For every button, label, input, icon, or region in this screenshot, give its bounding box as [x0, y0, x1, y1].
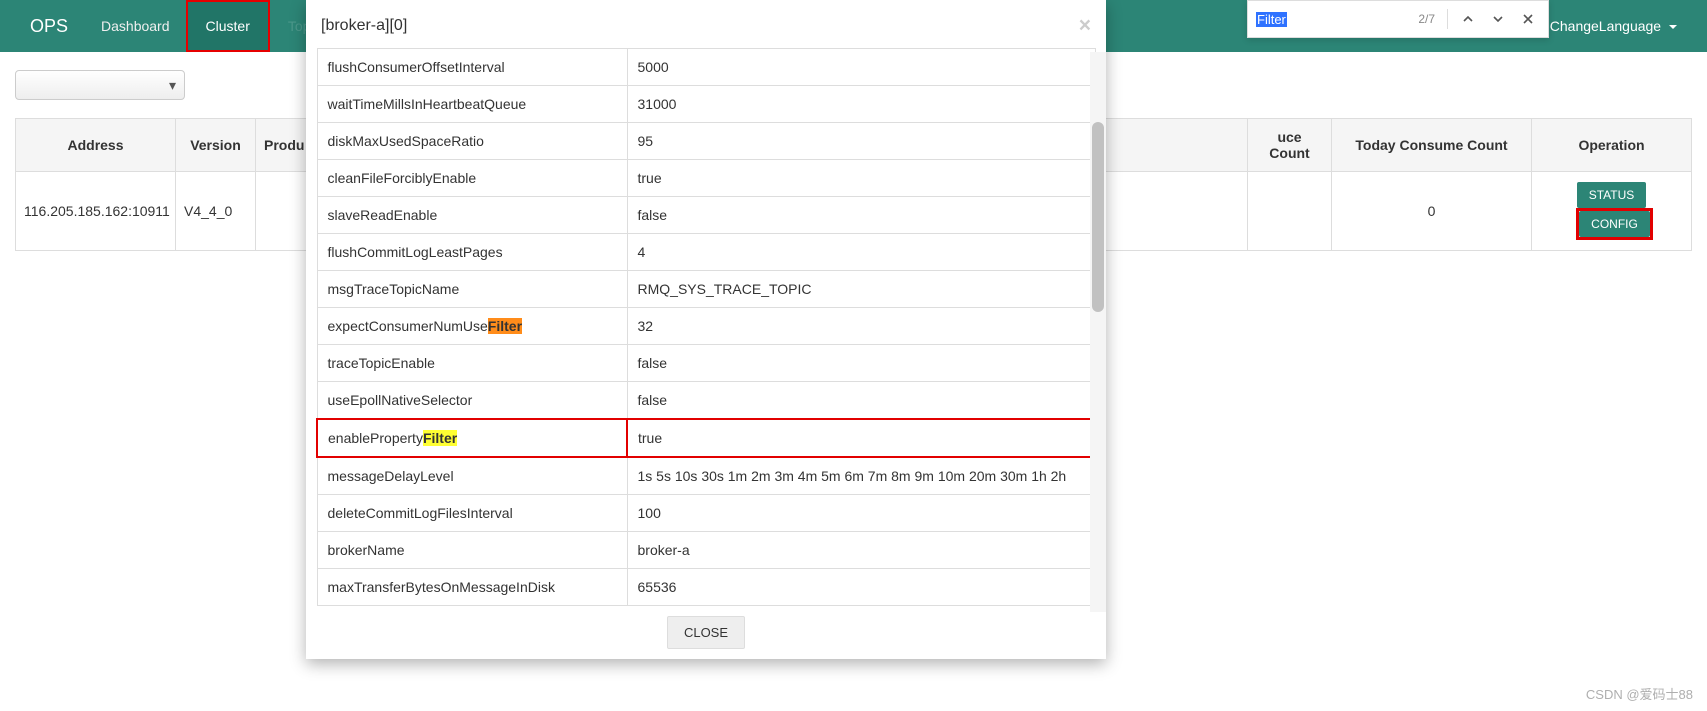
cell-operation: STATUS CONFIG	[1532, 172, 1692, 251]
col-produce-partial: Produ	[256, 119, 312, 172]
modal-title: [broker-a][0]	[321, 17, 407, 35]
config-value: false	[627, 382, 1095, 420]
config-row: useEpollNativeSelectorfalse	[317, 382, 1095, 420]
config-button[interactable]: CONFIG	[1579, 211, 1650, 237]
change-language-label: ChangeLanguage	[1550, 18, 1661, 34]
cell-consume-count: 0	[1332, 172, 1532, 251]
find-prev-icon[interactable]	[1456, 7, 1480, 31]
watermark: CSDN @爱码士88	[1586, 684, 1693, 703]
config-row: messageDelayLevel1s 5s 10s 30s 1m 2m 3m …	[317, 457, 1095, 495]
config-value: true	[627, 160, 1095, 197]
cluster-select[interactable]: ▾	[15, 70, 185, 100]
config-key: flushCommitLogLeastPages	[317, 234, 627, 271]
col-address: Address	[16, 119, 176, 172]
find-close-icon[interactable]	[1516, 7, 1540, 31]
modal-body: flushConsumerOffsetInterval5000waitTimeM…	[306, 48, 1106, 606]
config-row: deleteCommitLogFilesInterval100	[317, 495, 1095, 532]
cell-produce-count	[1248, 172, 1332, 251]
config-value: broker-a	[627, 532, 1095, 569]
chevron-down-icon: ▾	[169, 77, 176, 94]
config-key: brokerName	[317, 532, 627, 569]
cell-version: V4_4_0	[176, 172, 256, 251]
col-consume-count: Today Consume Count	[1332, 119, 1532, 172]
config-key: messageDelayLevel	[317, 457, 627, 495]
config-value: RMQ_SYS_TRACE_TOPIC	[627, 271, 1095, 308]
config-row: flushCommitLogLeastPages4	[317, 234, 1095, 271]
config-value: 95	[627, 123, 1095, 160]
config-row: maxTransferBytesOnMessageInDisk65536	[317, 569, 1095, 606]
scrollbar-thumb[interactable]	[1092, 122, 1104, 312]
cell-produce	[256, 172, 312, 251]
close-button[interactable]: CLOSE	[667, 616, 745, 649]
config-value: false	[627, 197, 1095, 234]
status-button[interactable]: STATUS	[1577, 182, 1647, 208]
config-key: deleteCommitLogFilesInterval	[317, 495, 627, 532]
chevron-down-icon	[1669, 25, 1677, 29]
col-operation: Operation	[1532, 119, 1692, 172]
config-key: expectConsumerNumUseFilter	[317, 308, 627, 345]
find-input[interactable]: Filter	[1256, 12, 1412, 27]
find-next-icon[interactable]	[1486, 7, 1510, 31]
col-version: Version	[176, 119, 256, 172]
config-key: msgTraceTopicName	[317, 271, 627, 308]
config-highlight-box: CONFIG	[1576, 208, 1653, 240]
config-row: brokerNamebroker-a	[317, 532, 1095, 569]
config-row: flushConsumerOffsetInterval5000	[317, 49, 1095, 86]
modal-scrollbar[interactable]	[1090, 52, 1106, 612]
config-value: 65536	[627, 569, 1095, 606]
config-value: 5000	[627, 49, 1095, 86]
config-key: diskMaxUsedSpaceRatio	[317, 123, 627, 160]
config-value: 4	[627, 234, 1095, 271]
search-highlight: Filter	[488, 318, 522, 334]
config-key: flushConsumerOffsetInterval	[317, 49, 627, 86]
find-count: 2/7	[1418, 12, 1435, 26]
cell-address: 116.205.185.162:10911	[16, 172, 176, 251]
config-row: waitTimeMillsInHeartbeatQueue31000	[317, 86, 1095, 123]
config-key: traceTopicEnable	[317, 345, 627, 382]
modal-header: [broker-a][0] ×	[306, 0, 1106, 48]
config-row: enablePropertyFiltertrue	[317, 419, 1095, 457]
config-key: waitTimeMillsInHeartbeatQueue	[317, 86, 627, 123]
find-in-page-bar: Filter 2/7	[1247, 0, 1549, 38]
search-highlight: Filter	[423, 430, 457, 446]
modal-footer: CLOSE	[306, 606, 1106, 659]
config-row: slaveReadEnablefalse	[317, 197, 1095, 234]
nav-item-cluster[interactable]: Cluster	[186, 0, 270, 52]
brand-logo: OPS	[15, 16, 83, 37]
col-produce-count-partial: uce Count	[1248, 119, 1332, 172]
config-value: 1s 5s 10s 30s 1m 2m 3m 4m 5m 6m 7m 8m 9m…	[627, 457, 1095, 495]
config-key: slaveReadEnable	[317, 197, 627, 234]
config-value: 31000	[627, 86, 1095, 123]
config-key: maxTransferBytesOnMessageInDisk	[317, 569, 627, 606]
config-table: flushConsumerOffsetInterval5000waitTimeM…	[316, 48, 1096, 606]
config-value: 32	[627, 308, 1095, 345]
nav-item-dashboard[interactable]: Dashboard	[83, 0, 188, 52]
config-row: expectConsumerNumUseFilter32	[317, 308, 1095, 345]
divider	[1447, 9, 1448, 29]
config-key: useEpollNativeSelector	[317, 382, 627, 420]
config-row: msgTraceTopicNameRMQ_SYS_TRACE_TOPIC	[317, 271, 1095, 308]
close-icon[interactable]: ×	[1079, 15, 1091, 36]
config-modal: [broker-a][0] × flushConsumerOffsetInter…	[306, 0, 1106, 659]
config-value: false	[627, 345, 1095, 382]
config-row: diskMaxUsedSpaceRatio95	[317, 123, 1095, 160]
config-row: traceTopicEnablefalse	[317, 345, 1095, 382]
config-key: enablePropertyFilter	[317, 419, 627, 457]
config-value: 100	[627, 495, 1095, 532]
change-language-dropdown[interactable]: ChangeLanguage	[1535, 18, 1692, 34]
config-value: true	[627, 419, 1095, 457]
config-row: cleanFileForciblyEnabletrue	[317, 160, 1095, 197]
config-key: cleanFileForciblyEnable	[317, 160, 627, 197]
